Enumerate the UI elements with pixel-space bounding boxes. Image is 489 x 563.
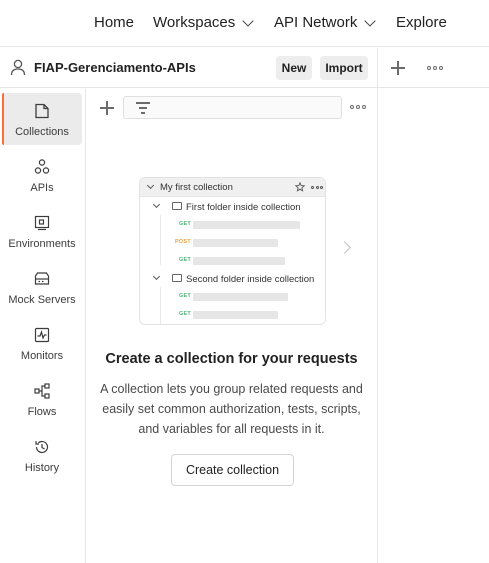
- nav-api-network-label: API Network: [274, 14, 358, 31]
- star-icon: [295, 182, 305, 192]
- workspace-name[interactable]: FIAP-Gerenciamento-APIs: [34, 60, 196, 75]
- illustration-folder-2: Second folder inside collection: [186, 274, 315, 285]
- sidebar-item-label: Collections: [15, 126, 69, 138]
- chevron-right-icon[interactable]: [338, 241, 351, 254]
- sidebar: Collections APIs Environments Mock Serve…: [0, 89, 86, 563]
- environments-icon: [34, 215, 50, 231]
- sidebar-item-label: APIs: [30, 182, 54, 194]
- panel-divider[interactable]: [377, 48, 378, 563]
- nav-api-network[interactable]: API Network: [274, 14, 377, 31]
- tree-guide: [160, 287, 161, 324]
- collection-illustration: My first collection First folder inside …: [139, 177, 326, 325]
- nav-explore-label: Explore: [396, 14, 447, 31]
- request-placeholder: [193, 257, 285, 265]
- sidebar-item-label: Flows: [27, 406, 57, 418]
- new-tab-plus-icon[interactable]: [391, 61, 405, 75]
- sidebar-item-label: Environments: [8, 238, 76, 250]
- method-label: GET: [179, 293, 191, 299]
- sidebar-item-environments[interactable]: Environments: [2, 205, 82, 257]
- apis-icon: [34, 159, 50, 174]
- sidebar-item-label: Mock Servers: [8, 294, 76, 306]
- sidebar-item-mock-servers[interactable]: Mock Servers: [2, 261, 82, 313]
- empty-state-description: A collection lets you group related requ…: [100, 382, 363, 436]
- empty-state-title: Create a collection for your requests: [105, 351, 358, 367]
- chevron-down-icon: [152, 272, 161, 281]
- tab-bar: [378, 48, 489, 88]
- nav-workspaces-label: Workspaces: [153, 14, 236, 31]
- sidebar-item-history[interactable]: History: [2, 429, 82, 481]
- chevron-down-icon: [364, 14, 377, 27]
- mock-servers-icon: [34, 272, 50, 285]
- collections-icon: [35, 103, 49, 119]
- illustration-collection-name: My first collection: [160, 182, 233, 193]
- folder-icon: [172, 202, 182, 210]
- workspace-header: FIAP-Gerenciamento-APIs New Import: [0, 48, 378, 88]
- folder-icon: [172, 274, 182, 282]
- request-placeholder: [193, 221, 300, 229]
- illustration-folder-1: First folder inside collection: [186, 202, 301, 213]
- tab-options-dots-icon[interactable]: [427, 66, 443, 70]
- collection-options-dots-icon[interactable]: [350, 105, 366, 109]
- nav-workspaces[interactable]: Workspaces: [153, 14, 254, 31]
- method-label: GET: [179, 311, 191, 317]
- new-collection-plus-icon[interactable]: [100, 101, 114, 115]
- filter-input[interactable]: [123, 96, 342, 119]
- tree-guide: [160, 215, 161, 265]
- method-label: GET: [179, 221, 191, 227]
- user-icon: [10, 59, 26, 76]
- top-nav: Home Workspaces API Network Explore: [0, 0, 489, 47]
- request-placeholder: [193, 239, 278, 247]
- filter-icon: [136, 102, 150, 114]
- nav-explore[interactable]: Explore: [396, 14, 447, 31]
- import-button[interactable]: Import: [320, 56, 368, 80]
- method-label: GET: [179, 257, 191, 263]
- new-button[interactable]: New: [276, 56, 312, 80]
- nav-home[interactable]: Home: [94, 14, 134, 31]
- illustration-dots-icon: [311, 186, 323, 189]
- nav-home-label: Home: [94, 14, 135, 31]
- history-icon: [35, 440, 49, 454]
- sidebar-item-label: Monitors: [20, 350, 64, 362]
- request-placeholder: [193, 293, 288, 301]
- create-collection-button[interactable]: Create collection: [171, 454, 294, 486]
- sidebar-item-flows[interactable]: Flows: [2, 373, 82, 425]
- chevron-down-icon: [152, 200, 161, 209]
- flows-icon: [34, 383, 50, 399]
- monitors-icon: [34, 327, 50, 343]
- request-placeholder: [193, 311, 278, 319]
- sidebar-item-monitors[interactable]: Monitors: [2, 317, 82, 369]
- method-label: POST: [175, 239, 191, 245]
- sidebar-item-label: History: [24, 462, 60, 474]
- sidebar-item-apis[interactable]: APIs: [2, 149, 82, 201]
- sidebar-item-collections[interactable]: Collections: [2, 93, 82, 145]
- chevron-down-icon: [242, 14, 254, 27]
